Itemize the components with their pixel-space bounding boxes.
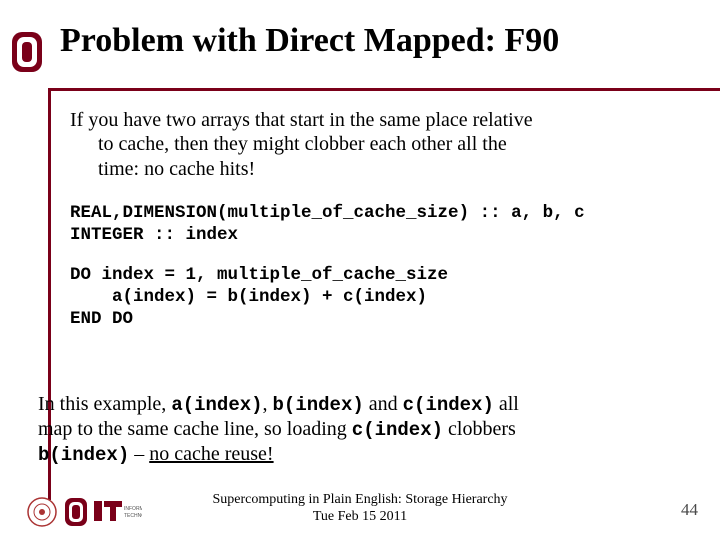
- closing-text: clobbers: [443, 418, 516, 440]
- emphasis-underline: no cache reuse!: [149, 443, 273, 465]
- intro-line-2: to cache, then they might clobber each o…: [70, 133, 507, 155]
- intro-line-1: If you have two arrays that start in the…: [70, 109, 533, 131]
- footer-caption: Supercomputing in Plain English: Storage…: [0, 492, 720, 526]
- closing-paragraph: In this example, a(index), b(index) and …: [38, 392, 690, 468]
- closing-text: all: [494, 393, 519, 415]
- code-block-loop: DO index = 1, multiple_of_cache_size a(i…: [70, 265, 690, 331]
- footer-line-1: Supercomputing in Plain English: Storage…: [212, 492, 507, 507]
- code-inline: a(index): [171, 394, 262, 416]
- footer: INFORMATION TECHNOLOGY Supercomputing in…: [0, 480, 720, 534]
- closing-text: map to the same cache line, so loading: [38, 418, 352, 440]
- code-line: REAL,DIMENSION(multiple_of_cache_size) :…: [70, 203, 585, 223]
- closing-text: –: [129, 443, 149, 465]
- code-inline: b(index): [273, 394, 364, 416]
- ou-logo-icon: [10, 30, 44, 74]
- page-number: 44: [681, 500, 698, 520]
- header: Problem with Direct Mapped: F90: [0, 0, 720, 92]
- title-underline: [48, 88, 720, 91]
- closing-text: ,: [263, 393, 273, 415]
- closing-text: In this example,: [38, 393, 171, 415]
- code-inline: c(index): [403, 394, 494, 416]
- content-area: If you have two arrays that start in the…: [70, 108, 690, 349]
- closing-text: and: [364, 393, 403, 415]
- footer-line-2: Tue Feb 15 2011: [313, 509, 407, 524]
- slide-title: Problem with Direct Mapped: F90: [60, 22, 559, 60]
- code-inline: c(index): [352, 419, 443, 441]
- code-block-decl: REAL,DIMENSION(multiple_of_cache_size) :…: [70, 203, 690, 247]
- intro-paragraph: If you have two arrays that start in the…: [70, 108, 690, 181]
- code-line: INTEGER :: index: [70, 225, 238, 245]
- code-line: DO index = 1, multiple_of_cache_size: [70, 265, 448, 285]
- code-line: END DO: [70, 309, 133, 329]
- code-inline: b(index): [38, 444, 129, 466]
- code-line: a(index) = b(index) + c(index): [70, 287, 427, 307]
- intro-line-3: time: no cache hits!: [70, 158, 255, 180]
